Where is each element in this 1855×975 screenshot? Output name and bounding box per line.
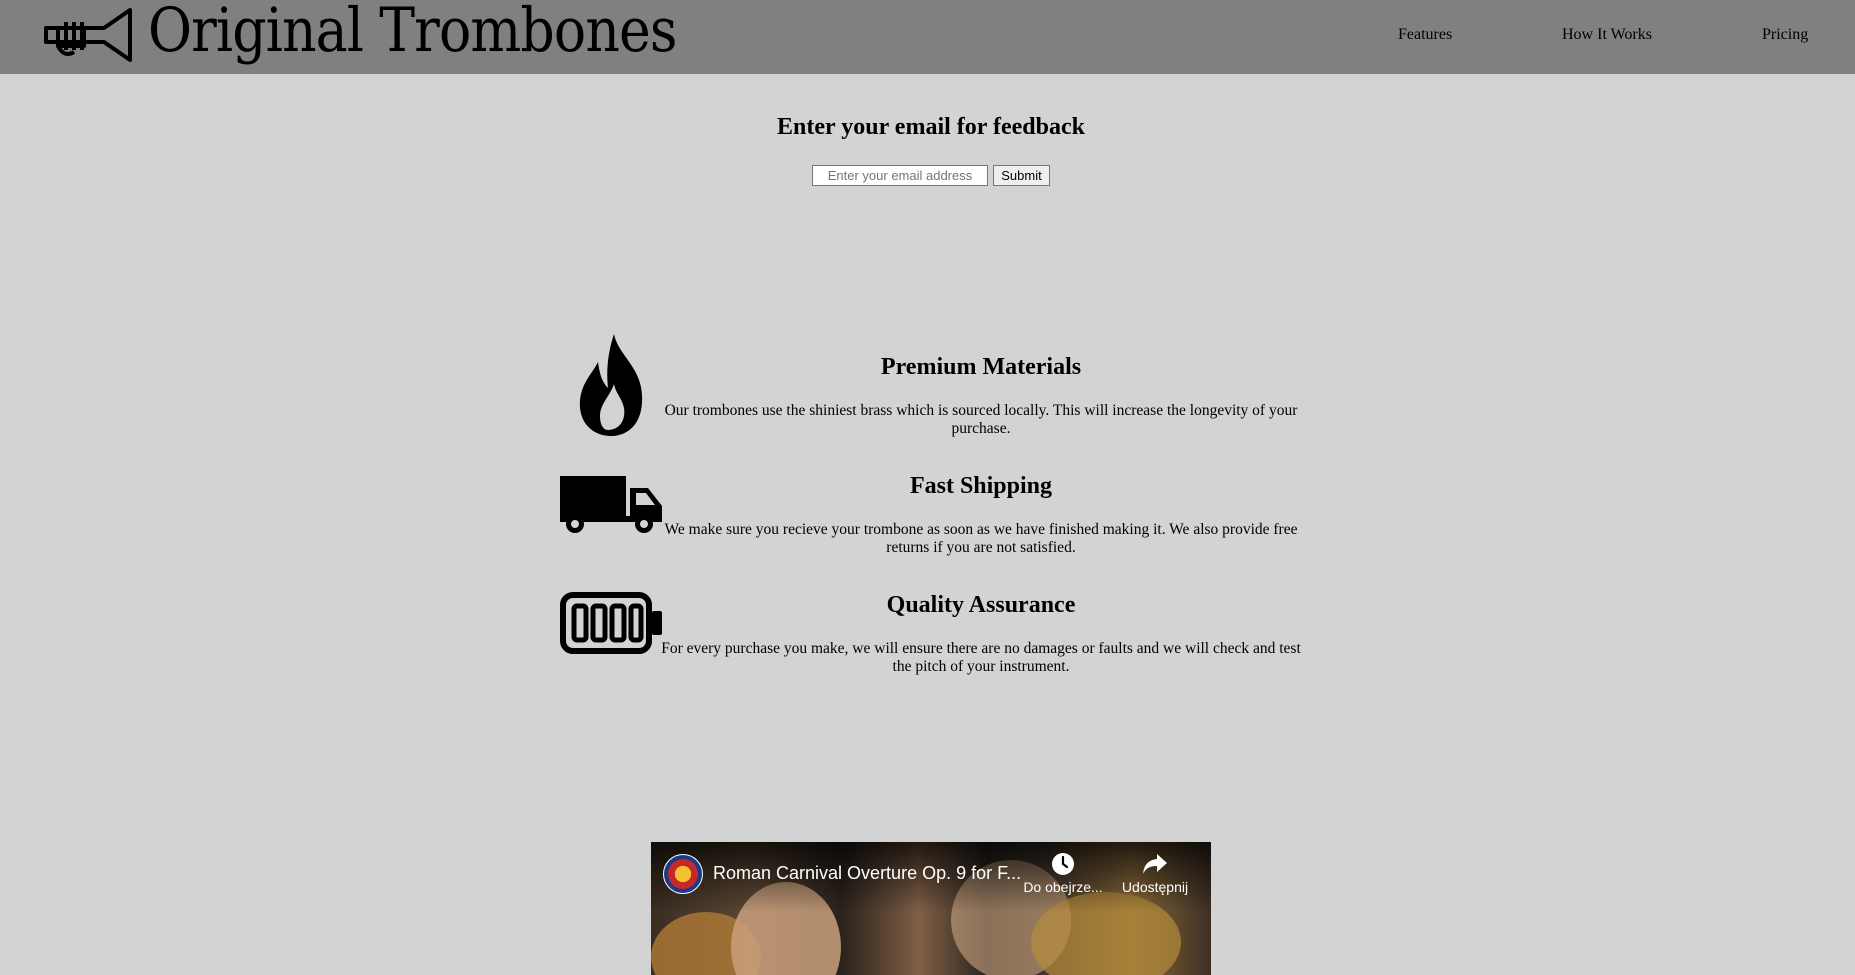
feature-title-fast-shipping: Fast Shipping (909, 473, 1053, 499)
brand-name[interactable]: Original Trombones (148, 0, 677, 66)
fire-icon (579, 334, 643, 436)
share-arrow-icon (1143, 854, 1167, 874)
submit-button[interactable]: Submit (993, 165, 1050, 186)
trumpet-logo-icon[interactable] (44, 6, 132, 64)
video-title[interactable]: Roman Carnival Overture Op. 9 for F... (713, 863, 1021, 884)
channel-avatar[interactable] (663, 854, 703, 894)
share-button[interactable]: Udostępnij (1115, 850, 1195, 895)
feature-title-premium-materials: Premium Materials (880, 354, 1082, 380)
feature-text-quality-assurance: For every purchase you make, we will ens… (661, 640, 1301, 675)
video-player[interactable]: Roman Carnival Overture Op. 9 for F... D… (651, 842, 1211, 975)
clock-icon (1052, 853, 1074, 875)
form-title: Enter your email for feedback (777, 114, 1085, 140)
feature-text-premium-materials: Our trombones use the shiniest brass whi… (664, 402, 1298, 437)
watch-later-button[interactable]: Do obejrze... (1023, 850, 1103, 895)
nav-link-pricing[interactable]: Pricing (1762, 26, 1808, 44)
nav-link-features[interactable]: Features (1398, 26, 1452, 44)
email-field[interactable] (812, 165, 988, 186)
feature-text-fast-shipping: We make sure you recieve your trombone a… (664, 521, 1298, 556)
share-label: Udostępnij (1121, 879, 1189, 895)
watch-later-label: Do obejrze... (1023, 879, 1103, 895)
site-header: Original Trombones Features How It Works… (0, 0, 1855, 74)
feature-title-quality-assurance: Quality Assurance (886, 592, 1076, 618)
nav-link-how-it-works[interactable]: How It Works (1562, 26, 1652, 44)
